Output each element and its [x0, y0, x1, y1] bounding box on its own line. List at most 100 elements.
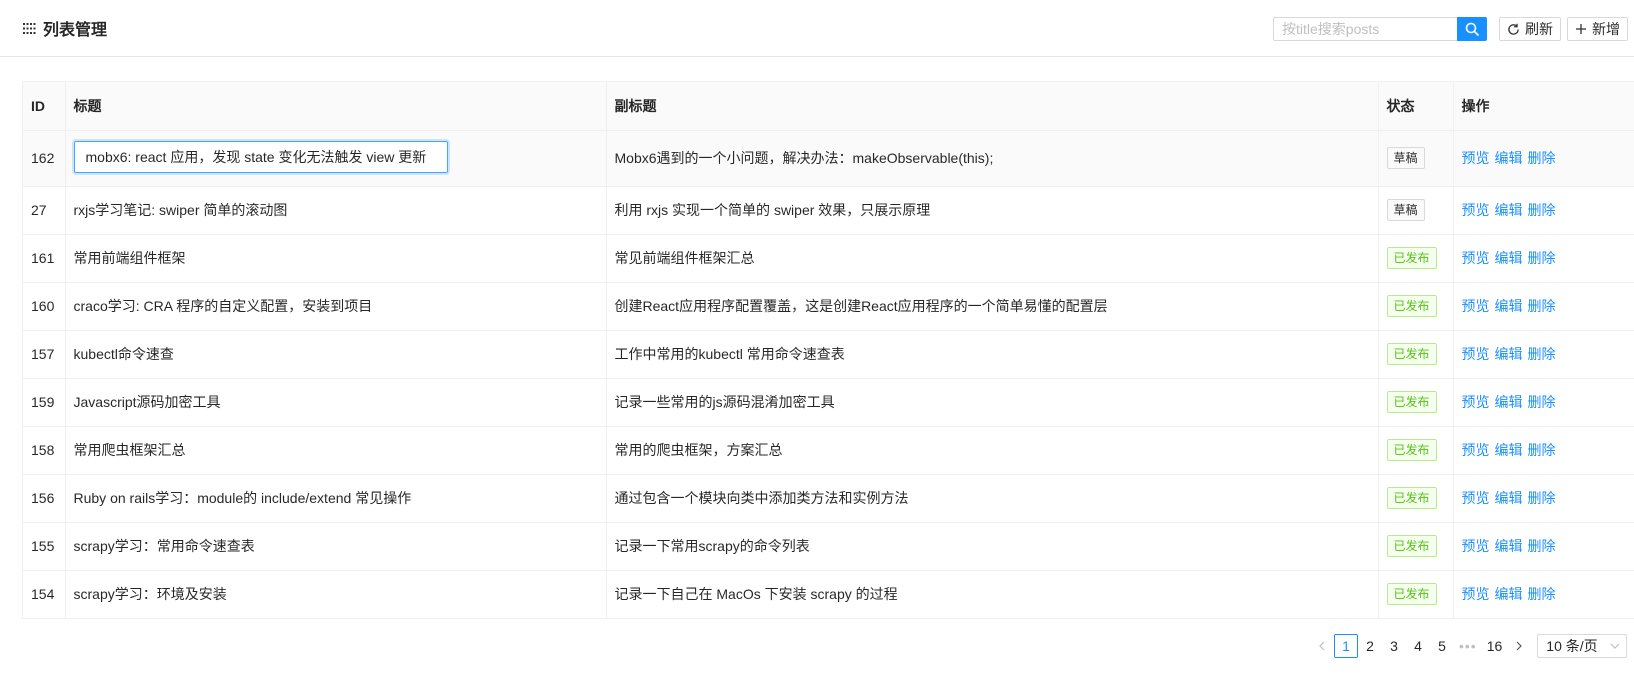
- status-badge: 已发布: [1386, 583, 1437, 605]
- cell-id: 154: [23, 570, 66, 619]
- page-item-last[interactable]: 16: [1482, 634, 1508, 658]
- cell-actions: 预览 编辑 删除: [1453, 130, 1634, 187]
- cell-title: kubectl命令速查: [65, 330, 607, 379]
- cell-id: 160: [23, 282, 66, 331]
- cell-title: 常用爬虫框架汇总: [65, 426, 607, 475]
- status-badge: 已发布: [1386, 247, 1437, 269]
- page-item-3[interactable]: 3: [1382, 634, 1406, 658]
- status-badge: 已发布: [1386, 487, 1437, 509]
- pagination: 1 2 3 4 5 ••• 16 10 条/页: [1310, 634, 1628, 658]
- preview-link[interactable]: 预览: [1462, 442, 1490, 458]
- cell-actions: 预览 编辑 删除: [1453, 186, 1634, 235]
- cell-actions: 预览 编辑 删除: [1453, 570, 1634, 619]
- delete-link[interactable]: 删除: [1528, 394, 1556, 410]
- cell-id: 156: [23, 474, 66, 523]
- cell-title: Javascript源码加密工具: [65, 378, 607, 427]
- cell-title: craco学习: CRA 程序的自定义配置，安装到项目: [65, 282, 607, 331]
- preview-link[interactable]: 预览: [1462, 394, 1490, 410]
- page-item-5[interactable]: 5: [1430, 634, 1454, 658]
- page-jump-next[interactable]: •••: [1454, 634, 1482, 658]
- page-item-1[interactable]: 1: [1334, 634, 1358, 658]
- delete-link[interactable]: 删除: [1528, 202, 1556, 218]
- search-button[interactable]: [1457, 17, 1487, 41]
- edit-link[interactable]: 编辑: [1495, 490, 1523, 506]
- delete-link[interactable]: 删除: [1528, 150, 1556, 166]
- cell-status: 已发布: [1378, 330, 1454, 379]
- table-row: 159 Javascript源码加密工具 记录一些常用的js源码混淆加密工具 已…: [23, 378, 1634, 427]
- page-size-select[interactable]: 10 条/页: [1537, 634, 1628, 658]
- next-page-button[interactable]: [1507, 634, 1531, 658]
- delete-link[interactable]: 删除: [1528, 442, 1556, 458]
- cell-title: mobx6: react 应用，发现 state 变化无法触发 view 更新: [65, 130, 607, 187]
- cell-actions: 预览 编辑 删除: [1453, 282, 1634, 331]
- cell-subtitle: Mobx6遇到的一个小问题，解决办法：makeObservable(this);: [606, 130, 1379, 187]
- plus-icon: [1576, 24, 1586, 34]
- delete-link[interactable]: 删除: [1528, 490, 1556, 506]
- page-item-4[interactable]: 4: [1406, 634, 1430, 658]
- delete-link[interactable]: 删除: [1528, 586, 1556, 602]
- cell-subtitle: 记录一下自己在 MacOs 下安装 scrapy 的过程: [606, 570, 1379, 619]
- status-badge: 已发布: [1386, 343, 1437, 365]
- chevron-left-icon: [1319, 641, 1325, 651]
- preview-link[interactable]: 预览: [1462, 346, 1490, 362]
- edit-link[interactable]: 编辑: [1495, 202, 1523, 218]
- preview-link[interactable]: 预览: [1462, 586, 1490, 602]
- cell-status: 已发布: [1378, 570, 1454, 619]
- status-badge: 草稿: [1386, 147, 1425, 169]
- preview-link[interactable]: 预览: [1462, 298, 1490, 314]
- preview-link[interactable]: 预览: [1462, 202, 1490, 218]
- column-header-status: 状态: [1378, 82, 1454, 131]
- cell-title: rxjs学习笔记: swiper 简单的滚动图: [65, 186, 607, 235]
- title-edit-input[interactable]: mobx6: react 应用，发现 state 变化无法触发 view 更新: [73, 140, 448, 173]
- search-icon: [1465, 22, 1479, 36]
- table-row: 162 mobx6: react 应用，发现 state 变化无法触发 view…: [23, 130, 1634, 187]
- edit-link[interactable]: 编辑: [1495, 298, 1523, 314]
- cell-id: 159: [23, 378, 66, 427]
- edit-link[interactable]: 编辑: [1495, 442, 1523, 458]
- table-row: 160 craco学习: CRA 程序的自定义配置，安装到项目 创建React应…: [23, 282, 1634, 331]
- edit-link[interactable]: 编辑: [1495, 538, 1523, 554]
- cell-status: 已发布: [1378, 234, 1454, 283]
- cell-subtitle: 创建React应用程序配置覆盖，这是创建React应用程序的一个简单易懂的配置层: [606, 282, 1379, 331]
- search-input[interactable]: [1273, 17, 1457, 41]
- table-row: 27 rxjs学习笔记: swiper 简单的滚动图 利用 rxjs 实现一个简…: [23, 186, 1634, 235]
- cell-actions: 预览 编辑 删除: [1453, 378, 1634, 427]
- cell-subtitle: 工作中常用的kubectl 常用命令速查表: [606, 330, 1379, 379]
- edit-link[interactable]: 编辑: [1495, 394, 1523, 410]
- preview-link[interactable]: 预览: [1462, 538, 1490, 554]
- table-row: 154 scrapy学习：环境及安装 记录一下自己在 MacOs 下安装 scr…: [23, 570, 1634, 619]
- chevron-down-icon: [1610, 643, 1620, 649]
- toolbar: 刷新 新增: [1273, 17, 1628, 41]
- delete-link[interactable]: 删除: [1528, 298, 1556, 314]
- preview-link[interactable]: 预览: [1462, 490, 1490, 506]
- edit-link[interactable]: 编辑: [1495, 150, 1523, 166]
- edit-link[interactable]: 编辑: [1495, 250, 1523, 266]
- cell-status: 已发布: [1378, 474, 1454, 523]
- page-item-2[interactable]: 2: [1358, 634, 1382, 658]
- column-header-actions: 操作: [1453, 82, 1634, 131]
- delete-link[interactable]: 删除: [1528, 250, 1556, 266]
- chevron-right-icon: [1516, 641, 1523, 651]
- preview-link[interactable]: 预览: [1462, 150, 1490, 166]
- prev-page-button[interactable]: [1310, 634, 1334, 658]
- cell-status: 已发布: [1378, 522, 1454, 571]
- cell-status: 已发布: [1378, 426, 1454, 475]
- delete-link[interactable]: 删除: [1528, 346, 1556, 362]
- page-size-value: 10 条/页: [1546, 638, 1598, 654]
- preview-link[interactable]: 预览: [1462, 250, 1490, 266]
- cell-id: 27: [23, 186, 66, 235]
- refresh-button[interactable]: 刷新: [1499, 17, 1561, 41]
- table-row: 158 常用爬虫框架汇总 常用的爬虫框架，方案汇总 已发布 预览 编辑 删除: [23, 426, 1634, 475]
- delete-link[interactable]: 删除: [1528, 538, 1556, 554]
- table-row: 155 scrapy学习：常用命令速查表 记录一下常用scrapy的命令列表 已…: [23, 522, 1634, 571]
- status-badge: 已发布: [1386, 295, 1437, 317]
- table-header-row: ID 标题 副标题 状态 操作: [23, 82, 1634, 131]
- cell-id: 158: [23, 426, 66, 475]
- edit-link[interactable]: 编辑: [1495, 586, 1523, 602]
- table-row: 156 Ruby on rails学习：module的 include/exte…: [23, 474, 1634, 523]
- cell-id: 157: [23, 330, 66, 379]
- edit-link[interactable]: 编辑: [1495, 346, 1523, 362]
- cell-status: 草稿: [1378, 186, 1454, 235]
- add-button[interactable]: 新增: [1567, 17, 1628, 41]
- add-label: 新增: [1592, 21, 1620, 37]
